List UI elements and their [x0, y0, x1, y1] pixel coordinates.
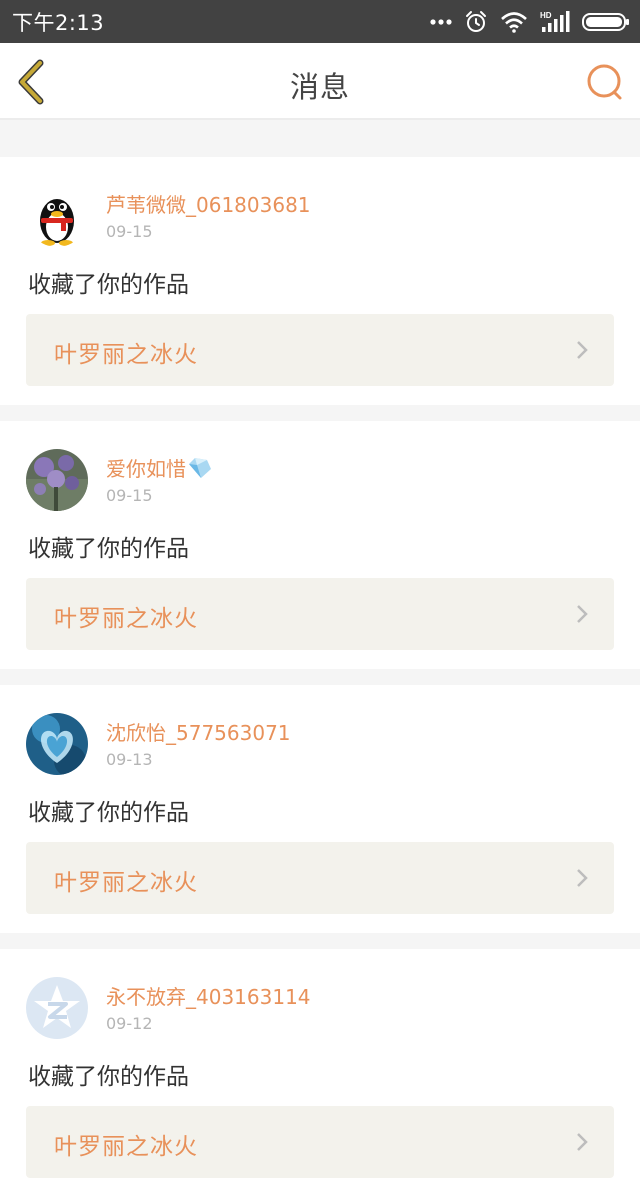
message-card: 沈欣怡_577563071 09-13 收藏了你的作品 叶罗丽之冰火 [0, 685, 640, 933]
work-title: 叶罗丽之冰火 [54, 870, 198, 896]
work-title: 叶罗丽之冰火 [54, 606, 198, 632]
work-link[interactable]: 叶罗丽之冰火 [26, 314, 614, 386]
chevron-right-icon [577, 869, 588, 887]
qq-penguin-avatar[interactable] [26, 185, 88, 247]
message-date: 09-15 [106, 222, 153, 241]
work-title: 叶罗丽之冰火 [54, 342, 198, 368]
message-action: 收藏了你的作品 [28, 800, 189, 826]
blue-heart-avatar[interactable] [26, 713, 88, 775]
chevron-right-icon [577, 605, 588, 623]
username[interactable]: 沈欣怡_577563071 [106, 717, 291, 746]
work-link[interactable]: 叶罗丽之冰火 [26, 578, 614, 650]
username-text: 爱你如惜 [106, 457, 186, 481]
page-title: 消息 [289, 70, 350, 104]
message-card: 永不放弃_403163114 09-12 收藏了你的作品 叶罗丽之冰火 [0, 949, 640, 1197]
message-action: 收藏了你的作品 [28, 1064, 189, 1090]
hd-label: HD [540, 11, 552, 20]
username[interactable]: 永不放弃_403163114 [106, 981, 311, 1010]
search-button[interactable] [584, 62, 626, 102]
hd-signal-icon: HD [540, 10, 570, 32]
alarm-icon [466, 10, 486, 32]
work-title: 叶罗丽之冰火 [54, 1134, 198, 1160]
search-icon [587, 64, 622, 100]
message-card: 芦苇微微_061803681 09-15 收藏了你的作品 叶罗丽之冰火 [0, 157, 640, 405]
wifi-icon [501, 11, 527, 33]
message-date: 09-13 [106, 750, 153, 769]
message-action: 收藏了你的作品 [28, 272, 189, 298]
message-action: 收藏了你的作品 [28, 536, 189, 562]
chevron-right-icon [577, 341, 588, 359]
status-bar: 下午2:13 HD [0, 0, 640, 43]
message-card: 爱你如惜 09-15 收藏了你的作品 叶罗丽之冰火 [0, 421, 640, 669]
nav-bar: 消息 [0, 43, 640, 120]
more-dots-icon [430, 18, 452, 25]
qzone-star-avatar[interactable] [26, 977, 88, 1039]
status-time: 下午2:13 [12, 10, 105, 35]
work-link[interactable]: 叶罗丽之冰火 [26, 1106, 614, 1178]
status-icons: HD [430, 10, 630, 34]
work-link[interactable]: 叶罗丽之冰火 [26, 842, 614, 914]
username[interactable]: 芦苇微微_061803681 [106, 189, 311, 218]
username[interactable]: 爱你如惜 [106, 453, 213, 482]
chevron-right-icon [577, 1133, 588, 1151]
purple-flower-avatar[interactable] [26, 449, 88, 511]
message-date: 09-12 [106, 1014, 153, 1033]
message-date: 09-15 [106, 486, 153, 505]
battery-icon [582, 12, 629, 31]
diamond-emoji-icon [189, 458, 211, 478]
